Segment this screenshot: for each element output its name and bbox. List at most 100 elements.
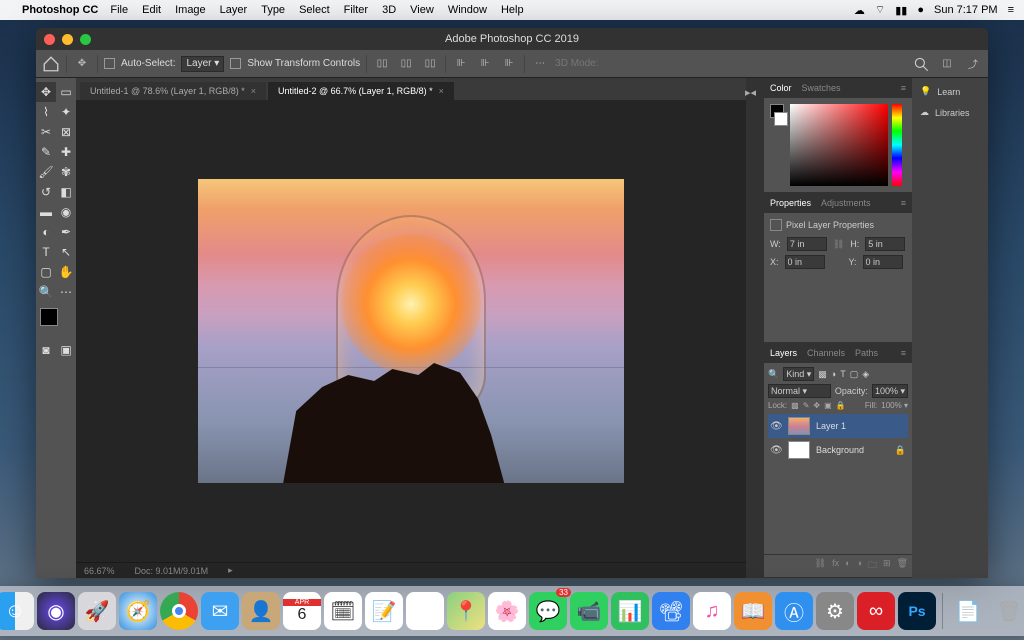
close-tab-icon[interactable]: × bbox=[251, 86, 256, 96]
color-field[interactable] bbox=[790, 104, 888, 186]
cloud-status-icon[interactable]: ☁ bbox=[854, 4, 865, 17]
path-tool[interactable]: ↖ bbox=[56, 242, 76, 262]
maximize-button[interactable] bbox=[80, 34, 91, 45]
visibility-toggle-icon[interactable]: 👁 bbox=[770, 445, 782, 456]
dock-preferences-icon[interactable]: ⚙ bbox=[816, 592, 854, 630]
blend-mode-dropdown[interactable]: Normal ▾ bbox=[768, 384, 831, 398]
battery-icon[interactable]: ▮▮ bbox=[895, 4, 907, 17]
zoom-level[interactable]: 66.67% bbox=[84, 566, 115, 576]
shape-tool[interactable]: ▢ bbox=[36, 262, 56, 282]
menu-view[interactable]: View bbox=[410, 4, 434, 16]
menubar-clock[interactable]: Sun 7:17 PM bbox=[934, 4, 998, 16]
dock-maps-icon[interactable]: 📍 bbox=[447, 592, 485, 630]
dock-downloads-icon[interactable]: 📄 bbox=[949, 592, 987, 630]
tab-adjustments[interactable]: Adjustments bbox=[821, 198, 871, 208]
move-tool[interactable]: ✥ bbox=[36, 82, 56, 102]
lock-position-icon[interactable]: ✥ bbox=[813, 401, 820, 410]
align-right-icon[interactable]: ▯▯ bbox=[421, 55, 439, 73]
width-input[interactable] bbox=[787, 237, 827, 251]
dock-finder-icon[interactable]: ☺ bbox=[0, 592, 34, 630]
layer-thumbnail[interactable] bbox=[788, 417, 810, 435]
filter-shape-icon[interactable]: ▢ bbox=[850, 369, 859, 380]
screen-mode-toggle[interactable]: ▣ bbox=[56, 340, 76, 360]
dock-calendar2-icon[interactable]: 🗓 bbox=[324, 592, 362, 630]
app-name[interactable]: Photoshop CC bbox=[22, 4, 98, 16]
dock-calendar-icon[interactable]: APR6 bbox=[283, 592, 321, 630]
menu-type[interactable]: Type bbox=[261, 4, 285, 16]
foreground-background-colors[interactable] bbox=[36, 308, 76, 336]
zoom-tool[interactable]: 🔍 bbox=[36, 282, 56, 302]
tab-properties[interactable]: Properties bbox=[770, 198, 811, 208]
opacity-input[interactable]: 100% ▾ bbox=[872, 384, 908, 398]
dock-mail-icon[interactable]: ✉ bbox=[201, 592, 239, 630]
lock-transparency-icon[interactable]: ▩ bbox=[791, 401, 799, 410]
color-swatch-pair[interactable] bbox=[770, 104, 786, 186]
notification-center-icon[interactable]: ≡ bbox=[1008, 4, 1014, 16]
filter-pixel-icon[interactable]: ▩ bbox=[818, 369, 827, 380]
dock-creative-cloud-icon[interactable]: ∞ bbox=[857, 592, 895, 630]
search-icon[interactable] bbox=[912, 55, 930, 73]
lock-pixels-icon[interactable]: ✎ bbox=[803, 401, 810, 410]
dock-trash-icon[interactable]: 🗑 bbox=[990, 592, 1024, 630]
layer-item[interactable]: 👁 Layer 1 bbox=[768, 414, 908, 438]
tab-color[interactable]: Color bbox=[770, 83, 792, 93]
hand-tool[interactable]: ✋ bbox=[56, 262, 76, 282]
menu-filter[interactable]: Filter bbox=[344, 4, 368, 16]
dock-chrome-icon[interactable] bbox=[160, 592, 198, 630]
filter-smart-icon[interactable]: ◈ bbox=[862, 369, 869, 380]
doc-info[interactable]: Doc: 9.01M/9.01M bbox=[135, 566, 209, 576]
lasso-tool[interactable]: ⌇ bbox=[36, 102, 56, 122]
more-options-icon[interactable]: ⋯ bbox=[531, 55, 549, 73]
status-chevron-icon[interactable]: ▸ bbox=[228, 565, 233, 576]
dock-facetime-icon[interactable]: 📹 bbox=[570, 592, 608, 630]
dock-notes-icon[interactable]: 📝 bbox=[365, 592, 403, 630]
new-fill-icon[interactable]: ◑ bbox=[857, 558, 862, 574]
brush-tool[interactable]: 🖌 bbox=[36, 162, 56, 182]
dock-launchpad-icon[interactable]: 🚀 bbox=[78, 592, 116, 630]
menu-select[interactable]: Select bbox=[299, 4, 330, 16]
align-left-icon[interactable]: ▯▯ bbox=[373, 55, 391, 73]
new-group-icon[interactable]: 🗀 bbox=[868, 558, 877, 574]
pen-tool[interactable]: ✒ bbox=[56, 222, 76, 242]
layer-name[interactable]: Background bbox=[816, 445, 864, 455]
eyedropper-tool[interactable]: ✎ bbox=[36, 142, 56, 162]
visibility-toggle-icon[interactable]: 👁 bbox=[770, 421, 782, 432]
history-panel-icon[interactable]: ▸◂ bbox=[745, 86, 765, 106]
workspace-icon[interactable]: ◫ bbox=[938, 55, 956, 73]
link-layers-icon[interactable]: ⛓ bbox=[815, 558, 826, 574]
menu-3d[interactable]: 3D bbox=[382, 4, 396, 16]
align-center-icon[interactable]: ▯▯ bbox=[397, 55, 415, 73]
wifi-icon[interactable]: ⌔ bbox=[875, 3, 885, 17]
clone-tool[interactable]: ✾ bbox=[56, 162, 76, 182]
gradient-tool[interactable]: ▬ bbox=[36, 202, 56, 222]
distribute-center-icon[interactable]: ⊪ bbox=[476, 55, 494, 73]
dock-itunes-icon[interactable]: ♫ bbox=[693, 592, 731, 630]
blur-tool[interactable]: ◉ bbox=[56, 202, 76, 222]
y-input[interactable] bbox=[863, 255, 903, 269]
dock-messages-icon[interactable]: 💬33 bbox=[529, 592, 567, 630]
layer-name[interactable]: Layer 1 bbox=[816, 421, 846, 431]
layer-item[interactable]: 👁 Background 🔒 bbox=[768, 438, 908, 462]
canvas-area[interactable] bbox=[76, 100, 746, 562]
home-icon[interactable] bbox=[42, 55, 60, 73]
dodge-tool[interactable]: ◐ bbox=[36, 222, 56, 242]
tab-paths[interactable]: Paths bbox=[855, 348, 878, 358]
canvas-image[interactable] bbox=[198, 179, 624, 483]
history-brush-tool[interactable]: ↺ bbox=[36, 182, 56, 202]
marquee-tool[interactable]: ▭ bbox=[56, 82, 76, 102]
distribute-bottom-icon[interactable]: ⊪ bbox=[500, 55, 518, 73]
document-tab[interactable]: Untitled-2 @ 66.7% (Layer 1, RGB/8) *× bbox=[268, 82, 454, 100]
document-tab[interactable]: Untitled-1 @ 78.6% (Layer 1, RGB/8) *× bbox=[80, 82, 266, 100]
link-wh-icon[interactable]: ⛓ bbox=[833, 239, 844, 250]
layer-thumbnail[interactable] bbox=[788, 441, 810, 459]
menu-image[interactable]: Image bbox=[175, 4, 206, 16]
menu-window[interactable]: Window bbox=[448, 4, 487, 16]
tab-layers[interactable]: Layers bbox=[770, 348, 797, 358]
dock-photoshop-icon[interactable]: Ps bbox=[898, 592, 936, 630]
panel-menu-icon[interactable]: ≡ bbox=[901, 348, 906, 358]
tab-channels[interactable]: Channels bbox=[807, 348, 845, 358]
menu-file[interactable]: File bbox=[110, 4, 128, 16]
minimize-button[interactable] bbox=[62, 34, 73, 45]
menu-layer[interactable]: Layer bbox=[220, 4, 248, 16]
filter-search-icon[interactable]: 🔍 bbox=[768, 369, 779, 380]
